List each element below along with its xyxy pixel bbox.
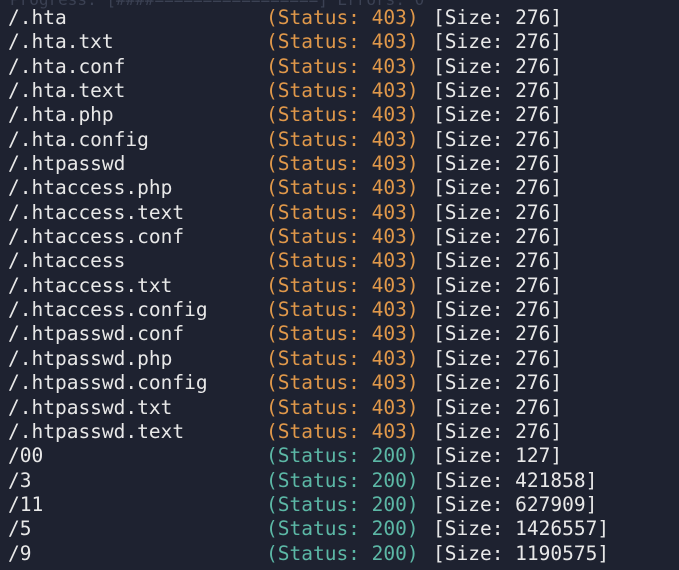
result-size: [Size: 276] (433, 6, 563, 29)
result-size: [Size: 627909] (433, 492, 598, 516)
result-status: (Status: 403) (266, 298, 419, 322)
result-row: /.hta.text (Status: 403) [Size: 276] (0, 79, 679, 103)
result-row: /9 (Status: 200) [Size: 1190575] (0, 542, 679, 566)
result-size: [Size: 276] (433, 249, 563, 273)
result-status: (Status: 200) (266, 444, 419, 468)
result-row: /.hta.conf (Status: 403) [Size: 276] (0, 55, 679, 79)
result-size: [Size: 276] (433, 30, 563, 54)
result-status: (Status: 403) (266, 395, 419, 419)
result-path: /.htaccess (8, 249, 126, 273)
result-row: /.htaccess (Status: 403) [Size: 276] (0, 249, 679, 273)
result-size: [Size: 276] (433, 322, 563, 346)
result-size: [Size: 276] (433, 395, 563, 419)
result-size: [Size: 276] (433, 346, 563, 370)
result-path: /.hta.config (8, 127, 149, 151)
result-path: /.hta.php (8, 103, 114, 127)
result-path: /.hta.conf (8, 54, 126, 78)
result-path: /.htpasswd.config (8, 371, 208, 395)
result-row: /5 (Status: 200) [Size: 1426557] (0, 517, 679, 541)
result-status: (Status: 403) (266, 419, 419, 443)
result-status: (Status: 403) (266, 152, 419, 176)
result-size: [Size: 127] (433, 444, 563, 468)
result-row: /.htaccess.text (Status: 403) [Size: 276] (0, 201, 679, 225)
result-status: (Status: 200) (266, 541, 419, 565)
result-path: /.htaccess.php (8, 176, 173, 200)
result-path: /3 (8, 468, 32, 492)
result-row: /.hta (Status: 403) [Size: 276] (0, 6, 679, 30)
result-status: (Status: 403) (266, 225, 419, 249)
result-size: [Size: 276] (433, 127, 563, 151)
result-row: /.hta.php (Status: 403) [Size: 276] (0, 103, 679, 127)
result-status: (Status: 403) (266, 176, 419, 200)
result-row: /.htpasswd.config (Status: 403) [Size: 276… (0, 371, 679, 395)
result-path: /.hta.txt (8, 30, 114, 54)
result-row: /.htpasswd.text (Status: 403) [Size: 276] (0, 420, 679, 444)
result-status: (Status: 403) (266, 346, 419, 370)
result-size: [Size: 421858] (433, 468, 598, 492)
result-row: /.htpasswd.txt (Status: 403) [Size: 276] (0, 396, 679, 420)
result-row: /.htaccess.conf (Status: 403) [Size: 276] (0, 225, 679, 249)
result-status: (Status: 403) (266, 79, 419, 103)
result-path: /9 (8, 541, 32, 565)
result-size: [Size: 1190575] (433, 541, 610, 565)
result-path: /.htaccess.text (8, 200, 185, 224)
result-status: (Status: 403) (266, 249, 419, 273)
result-size: [Size: 276] (433, 152, 563, 176)
result-path: /.htpasswd.txt (8, 395, 173, 419)
result-status: (Status: 403) (266, 273, 419, 297)
scan-results-list: /.hta (Status: 403) [Size: 276] /.hta.txt (S… (0, 6, 679, 566)
result-status: (Status: 200) (266, 517, 419, 541)
result-path: /11 (8, 492, 44, 516)
result-path: /.htaccess.config (8, 298, 208, 322)
result-row: /.htaccess.php (Status: 403) [Size: 276] (0, 176, 679, 200)
result-size: [Size: 276] (433, 273, 563, 297)
result-status: (Status: 403) (266, 103, 419, 127)
result-size: [Size: 276] (433, 79, 563, 103)
result-row: /.htpasswd (Status: 403) [Size: 276] (0, 152, 679, 176)
result-status: (Status: 403) (266, 200, 419, 224)
result-size: [Size: 276] (433, 419, 563, 443)
result-status: (Status: 403) (266, 54, 419, 78)
result-status: (Status: 403) (266, 371, 419, 395)
result-size: [Size: 276] (433, 371, 563, 395)
result-size: [Size: 1426557] (433, 517, 610, 541)
result-path: /.htpasswd.conf (8, 322, 185, 346)
result-row: /.htpasswd.php (Status: 403) [Size: 276] (0, 347, 679, 371)
result-row: /.htpasswd.conf (Status: 403) [Size: 276] (0, 322, 679, 346)
result-row: /11 (Status: 200) [Size: 627909] (0, 493, 679, 517)
result-path: /.hta (8, 6, 67, 29)
result-path: /00 (8, 444, 44, 468)
result-status: (Status: 403) (266, 127, 419, 151)
result-size: [Size: 276] (433, 225, 563, 249)
terminal-window: Progress: [####=================] Errors… (0, 0, 679, 570)
result-row: /00 (Status: 200) [Size: 127] (0, 444, 679, 468)
result-size: [Size: 276] (433, 200, 563, 224)
result-status: (Status: 403) (266, 6, 419, 29)
result-row: /.hta.config (Status: 403) [Size: 276] (0, 128, 679, 152)
result-status: (Status: 403) (266, 322, 419, 346)
result-size: [Size: 276] (433, 176, 563, 200)
result-path: /.htpasswd.php (8, 346, 173, 370)
result-path: /.htaccess.conf (8, 225, 185, 249)
result-path: /5 (8, 517, 32, 541)
result-status: (Status: 200) (266, 492, 419, 516)
result-size: [Size: 276] (433, 103, 563, 127)
result-row: /.htaccess.config (Status: 403) [Size: 276… (0, 298, 679, 322)
result-row: /3 (Status: 200) [Size: 421858] (0, 469, 679, 493)
result-status: (Status: 403) (266, 30, 419, 54)
result-path: /.htaccess.txt (8, 273, 173, 297)
result-path: /.hta.text (8, 79, 126, 103)
result-row: /.hta.txt (Status: 403) [Size: 276] (0, 30, 679, 54)
result-row: /.htaccess.txt (Status: 403) [Size: 276] (0, 274, 679, 298)
result-path: /.htpasswd (8, 152, 126, 176)
result-size: [Size: 276] (433, 54, 563, 78)
result-path: /.htpasswd.text (8, 419, 185, 443)
result-status: (Status: 200) (266, 468, 419, 492)
result-size: [Size: 276] (433, 298, 563, 322)
